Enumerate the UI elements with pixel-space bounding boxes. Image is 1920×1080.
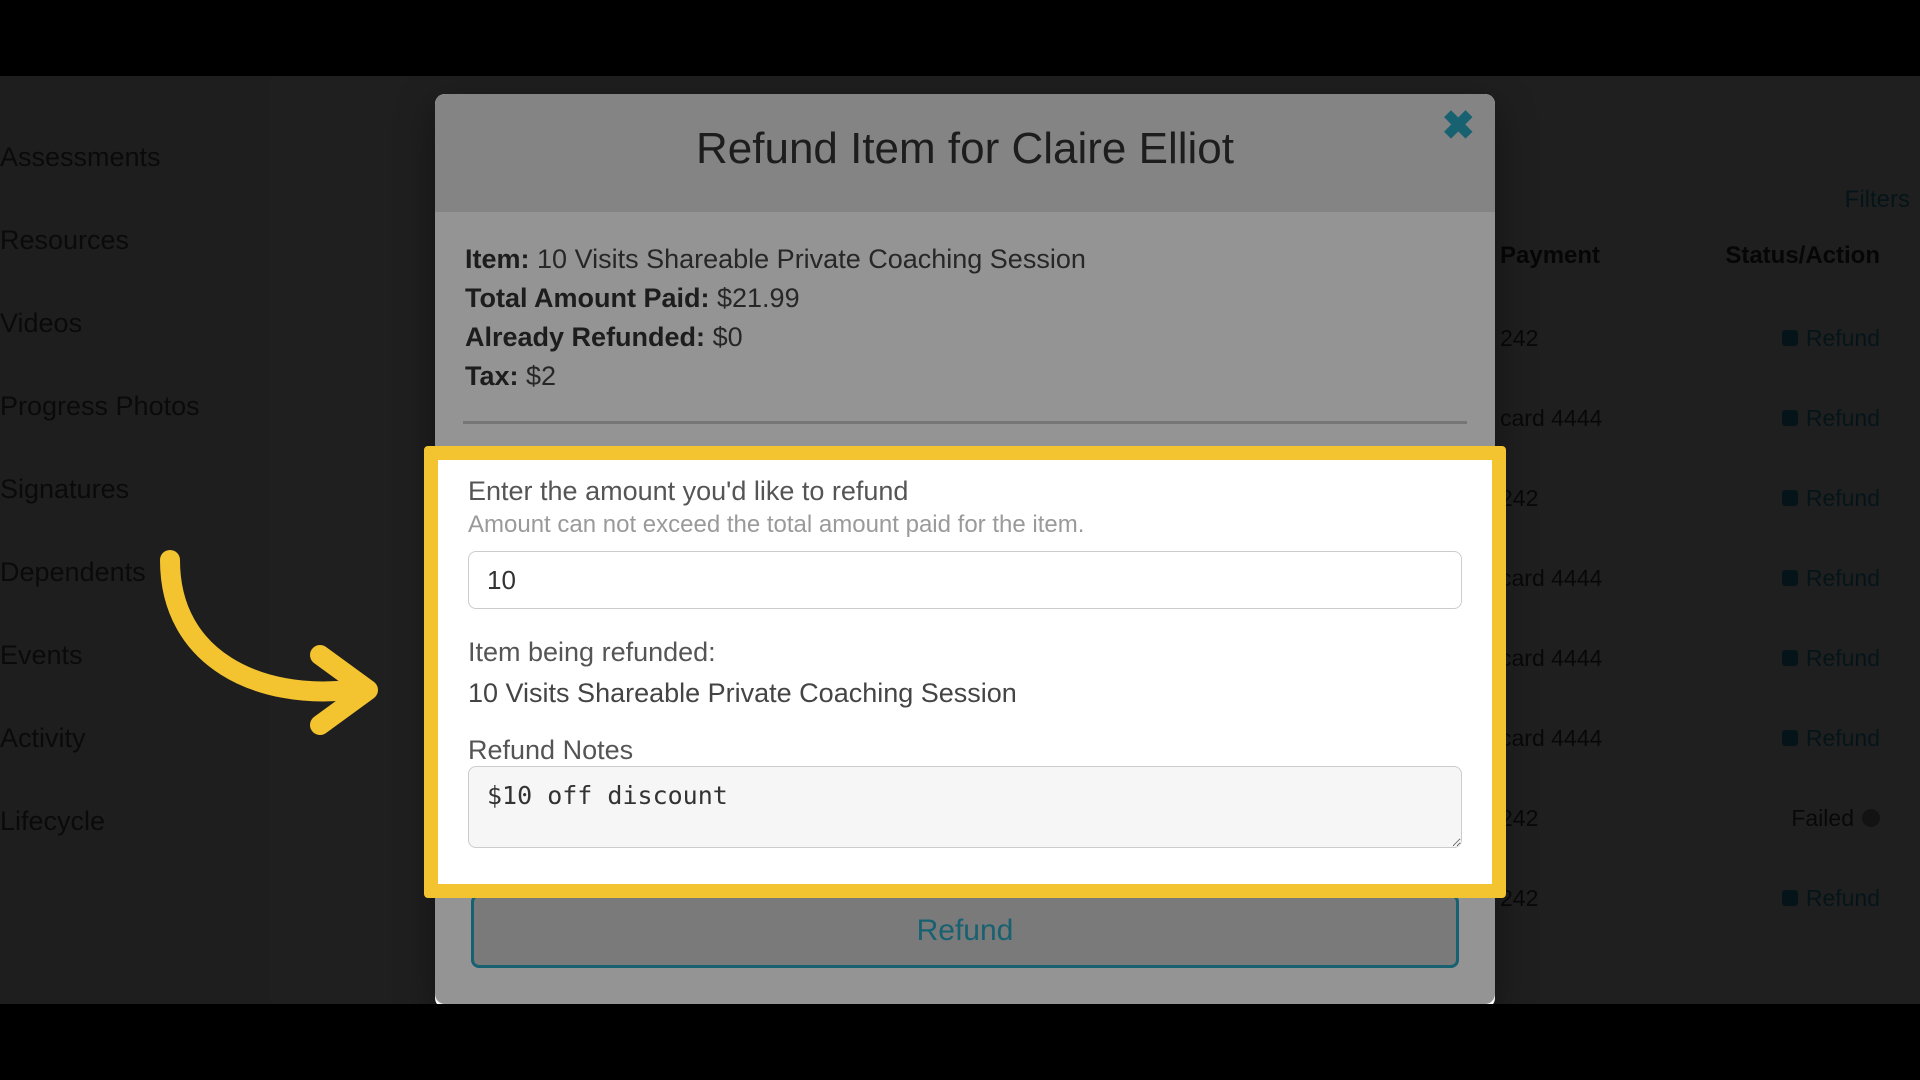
item-being-refunded-label: Item being refunded: [468, 637, 1462, 668]
summary-value: $2 [526, 361, 556, 391]
summary-label: Item: [465, 244, 530, 274]
summary-value: $21.99 [717, 283, 800, 313]
summary-tax: Tax: $2 [465, 357, 1465, 396]
refund-button[interactable]: Refund [471, 894, 1459, 968]
modal-header: ✖ Refund Item for Claire Elliot [435, 94, 1495, 212]
summary-refunded: Already Refunded: $0 [465, 318, 1465, 357]
refund-amount-input[interactable] [468, 551, 1462, 609]
close-icon[interactable]: ✖ [1441, 106, 1475, 146]
refund-button-holder: Refund [465, 894, 1465, 978]
letterbox-top [0, 0, 1920, 76]
summary-value: 10 Visits Shareable Private Coaching Ses… [537, 244, 1086, 274]
refund-notes-label: Refund Notes [468, 735, 1462, 766]
amount-label: Enter the amount you'd like to refund [468, 476, 1462, 507]
summary-label: Already Refunded: [465, 322, 705, 352]
amount-hint: Amount can not exceed the total amount p… [468, 511, 1462, 539]
highlighted-form: Enter the amount you'd like to refund Am… [424, 446, 1506, 898]
item-being-refunded-value: 10 Visits Shareable Private Coaching Ses… [468, 678, 1462, 709]
summary-total: Total Amount Paid: $21.99 [465, 279, 1465, 318]
summary-item: Item: 10 Visits Shareable Private Coachi… [465, 240, 1465, 279]
annotation-arrow-icon [150, 540, 410, 745]
divider [463, 421, 1467, 424]
summary-value: $0 [713, 322, 743, 352]
letterbox-bottom [0, 1004, 1920, 1080]
refund-notes-input[interactable] [468, 766, 1462, 848]
summary-label: Tax: [465, 361, 519, 391]
summary-label: Total Amount Paid: [465, 283, 709, 313]
modal-title: Refund Item for Claire Elliot [465, 124, 1465, 174]
